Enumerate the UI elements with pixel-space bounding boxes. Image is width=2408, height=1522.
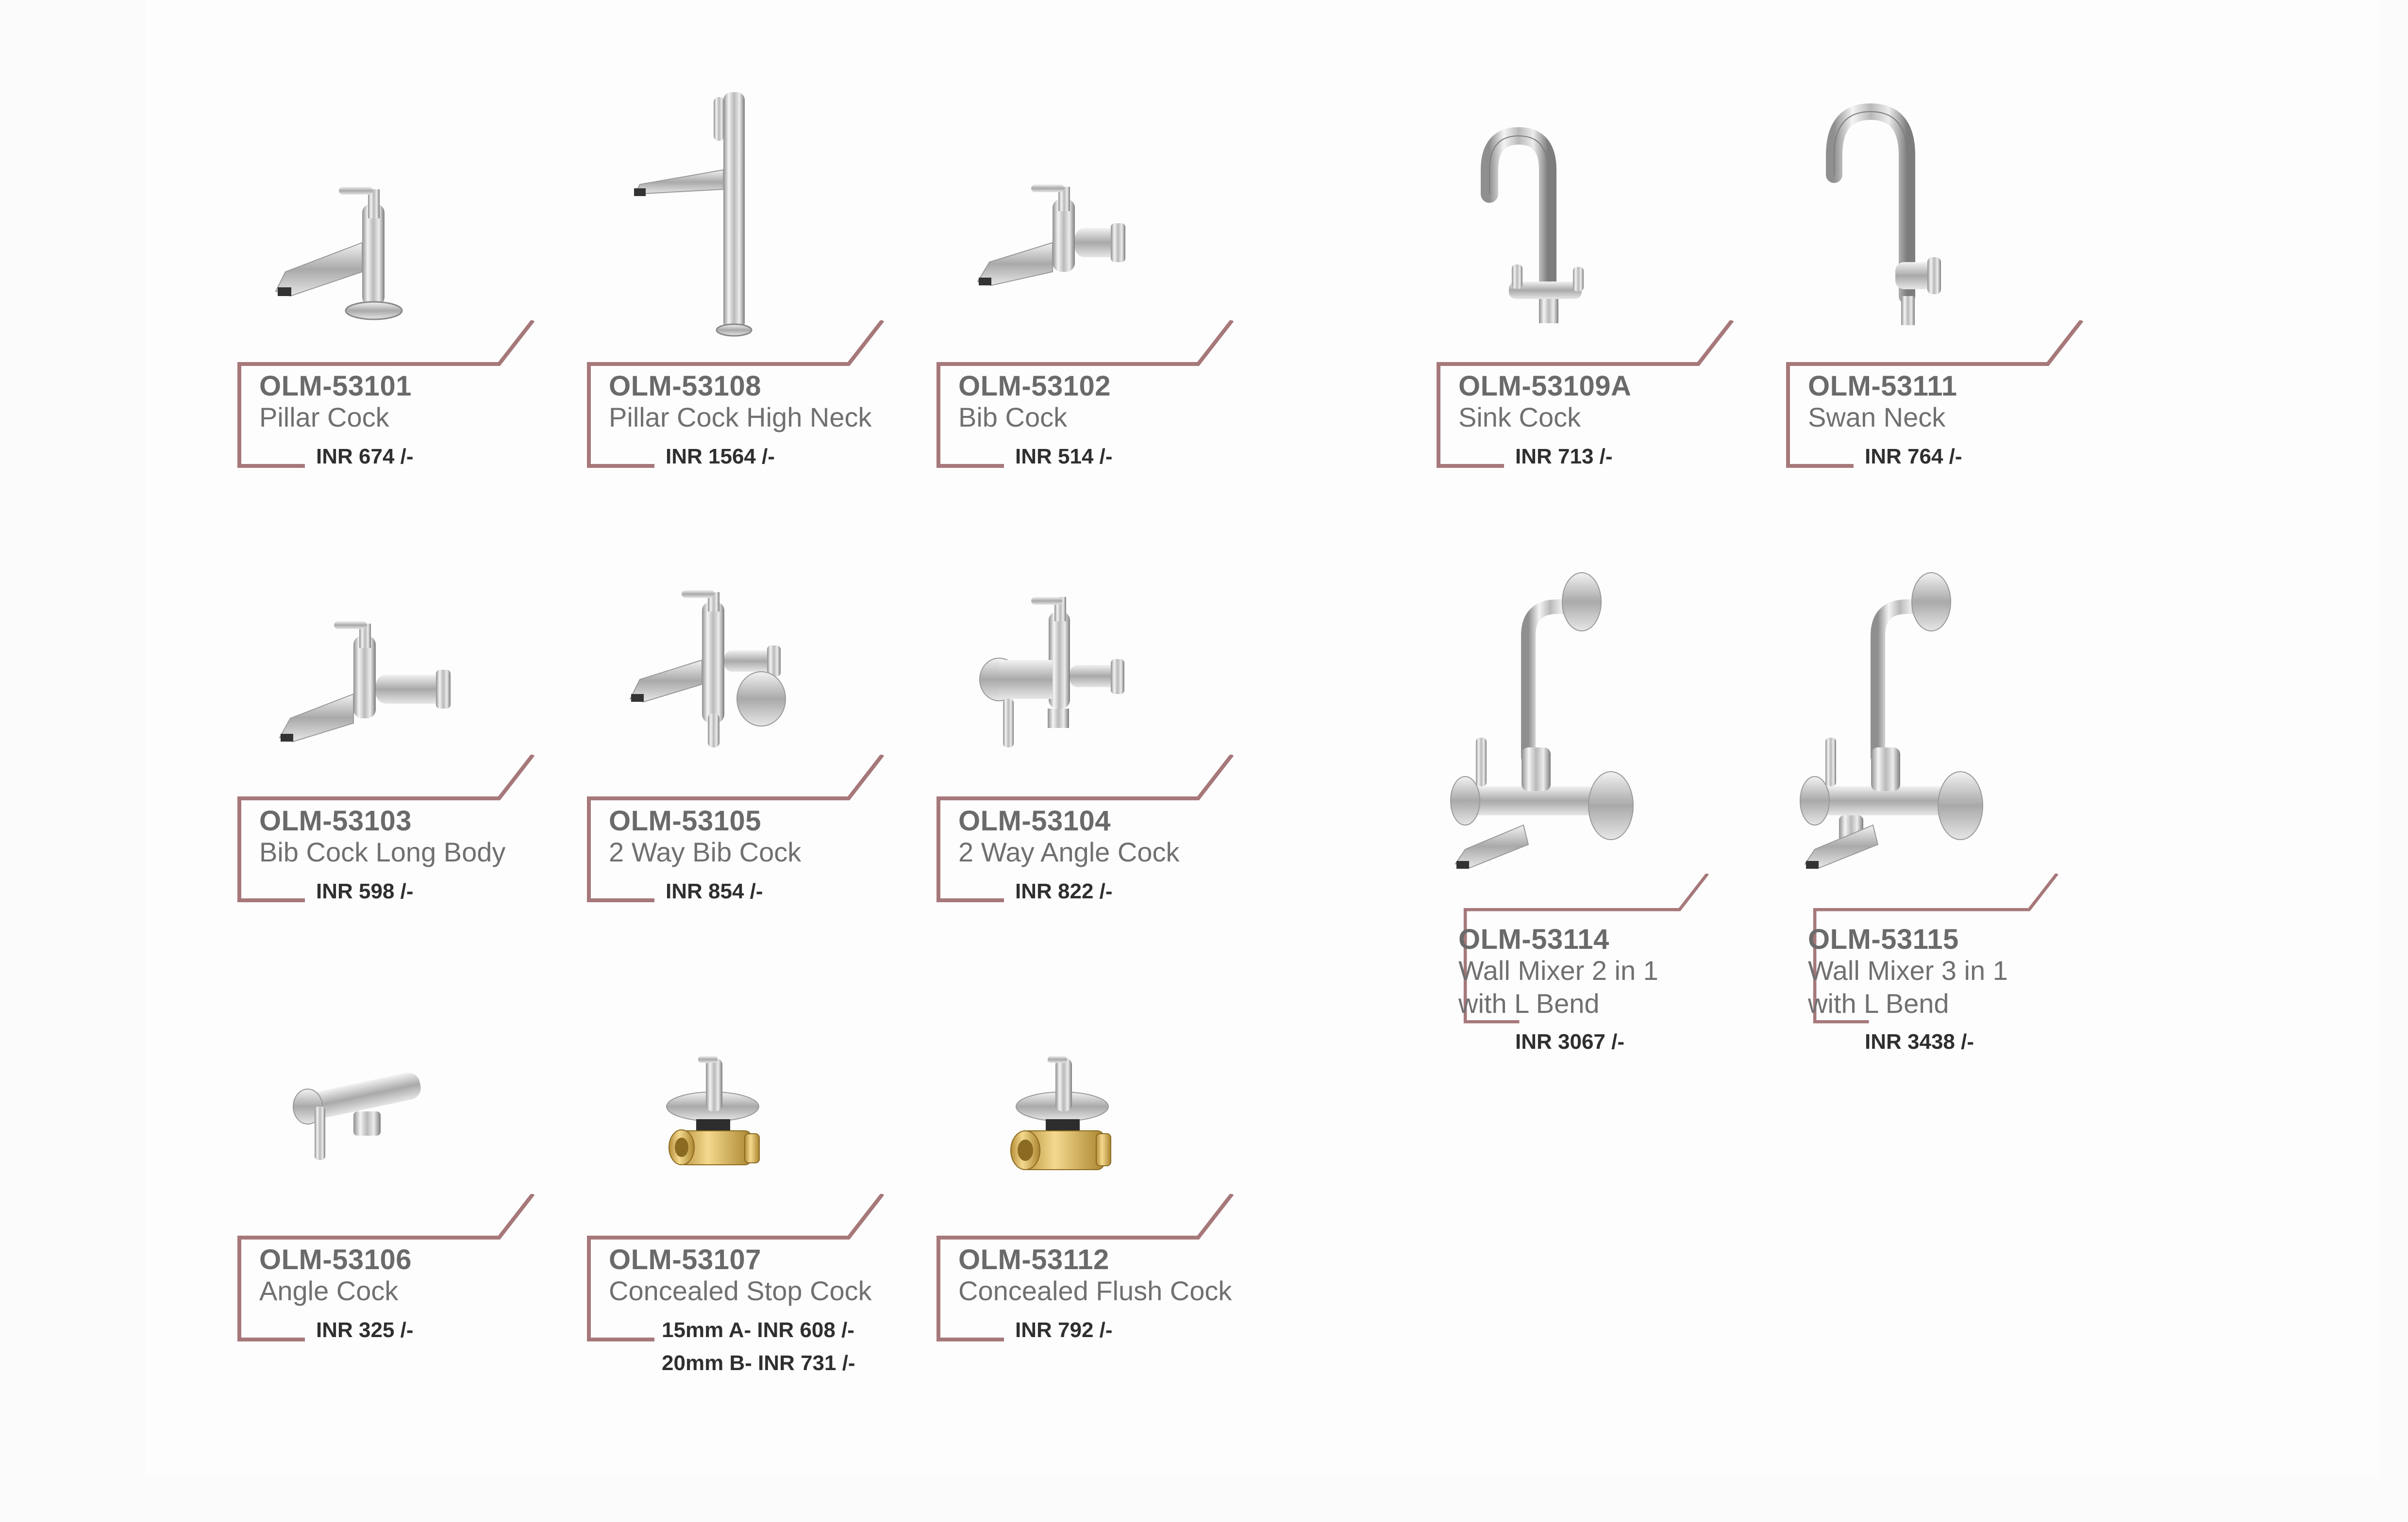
product-card[interactable]: OLM-53111 Swan Neck INR 764 /- — [1786, 68, 2145, 485]
product-name-line1: Wall Mixer 2 in 1 — [1458, 955, 1658, 986]
product-price: INR 1564 /- — [666, 445, 775, 468]
wall-mixer-2-in-1-icon — [1436, 553, 1795, 903]
bib-cock-long-body-icon — [237, 505, 596, 777]
product-name-line2: with L Bend — [1808, 988, 1949, 1019]
two-way-angle-cock-icon — [936, 505, 1295, 777]
sink-cock-icon — [1436, 68, 1795, 340]
product-code: OLM-53111 — [1808, 370, 1957, 402]
product-code: OLM-53107 — [609, 1244, 761, 1275]
product-name: Wall Mixer 2 in 1 with L Bend — [1458, 954, 1798, 1020]
product-code: OLM-53106 — [259, 1244, 412, 1275]
product-name-line2: with L Bend — [1458, 988, 1600, 1019]
product-code: OLM-53108 — [609, 370, 761, 402]
product-name: Pillar Cock High Neck — [609, 402, 872, 432]
product-code: OLM-53104 — [958, 805, 1111, 837]
product-price: INR 514 /- — [1015, 445, 1113, 468]
product-name: Wall Mixer 3 in 1 with L Bend — [1808, 954, 2148, 1020]
product-price: INR 325 /- — [316, 1318, 414, 1342]
product-name-line1: Wall Mixer 3 in 1 — [1808, 955, 2008, 986]
product-price: INR 822 /- — [1015, 879, 1113, 903]
product-card[interactable]: OLM-53104 2 Way Angle Cock INR 822 /- — [936, 505, 1295, 922]
product-code: OLM-53112 — [958, 1244, 1109, 1275]
product-code: OLM-53102 — [958, 370, 1111, 402]
product-code: OLM-53103 — [259, 805, 412, 837]
pillar-cock-icon — [237, 68, 596, 340]
angle-cock-icon — [237, 942, 596, 1213]
product-name: Concealed Flush Cock — [958, 1275, 1232, 1306]
product-card[interactable]: OLM-53107 Concealed Stop Cock 15mm A- IN… — [586, 942, 946, 1407]
product-price: INR 713 /- — [1515, 445, 1613, 468]
product-card[interactable]: OLM-53112 Concealed Flush Cock INR 792 /… — [936, 942, 1295, 1359]
product-name: Angle Cock — [259, 1275, 399, 1306]
product-name: 2 Way Angle Cock — [958, 837, 1180, 867]
product-price: INR 3438 /- — [1865, 1030, 1974, 1054]
product-card[interactable]: OLM-53103 Bib Cock Long Body INR 598 /- — [237, 505, 596, 922]
product-card[interactable]: OLM-53102 Bib Cock INR 514 /- — [936, 68, 1295, 485]
product-code: OLM-53101 — [259, 370, 412, 402]
product-name: Bib Cock Long Body — [259, 837, 506, 867]
product-name: Pillar Cock — [259, 402, 389, 432]
wall-mixer-3-in-1-icon — [1786, 553, 2145, 903]
product-price: INR 764 /- — [1865, 445, 1962, 468]
product-price: INR 3067 /- — [1515, 1030, 1624, 1054]
concealed-stop-cock-icon — [586, 942, 946, 1213]
product-price: INR 854 /- — [666, 879, 763, 903]
product-name: Sink Cock — [1458, 402, 1581, 432]
swan-neck-icon — [1786, 68, 2145, 340]
concealed-flush-cock-icon — [936, 942, 1295, 1213]
product-card[interactable]: OLM-53109A Sink Cock INR 713 /- — [1436, 68, 1795, 485]
product-code: OLM-53115 — [1808, 924, 1959, 955]
two-way-bib-cock-icon — [586, 505, 946, 777]
product-name: Swan Neck — [1808, 402, 1946, 432]
product-price-15mm: 15mm A- INR 608 /- — [662, 1318, 854, 1342]
product-card[interactable]: OLM-53101 Pillar Cock INR 674 /- — [237, 68, 596, 485]
product-code: OLM-53114 — [1458, 924, 1609, 955]
product-card[interactable]: OLM-53108 Pillar Cock High Neck INR 1564… — [586, 68, 946, 485]
product-price-20mm: 20mm B- INR 731 /- — [662, 1351, 855, 1375]
product-price: INR 598 /- — [316, 879, 414, 903]
product-price: INR 792 /- — [1015, 1318, 1113, 1342]
product-code: OLM-53109A — [1458, 370, 1632, 402]
product-card[interactable]: OLM-53106 Angle Cock INR 325 /- — [237, 942, 596, 1359]
product-card[interactable]: OLM-53105 2 Way Bib Cock INR 854 /- — [586, 505, 946, 922]
bib-cock-icon — [936, 68, 1295, 340]
product-name: Bib Cock — [958, 402, 1068, 432]
product-card[interactable]: OLM-53115 Wall Mixer 3 in 1 with L Bend … — [1786, 553, 2145, 1087]
product-price: INR 674 /- — [316, 445, 414, 468]
product-card[interactable]: OLM-53114 Wall Mixer 2 in 1 with L Bend … — [1436, 553, 1795, 1087]
pillar-cock-high-neck-icon — [586, 68, 946, 340]
product-name: Concealed Stop Cock — [609, 1275, 872, 1306]
product-code: OLM-53105 — [609, 805, 761, 837]
product-name: 2 Way Bib Cock — [609, 837, 802, 867]
